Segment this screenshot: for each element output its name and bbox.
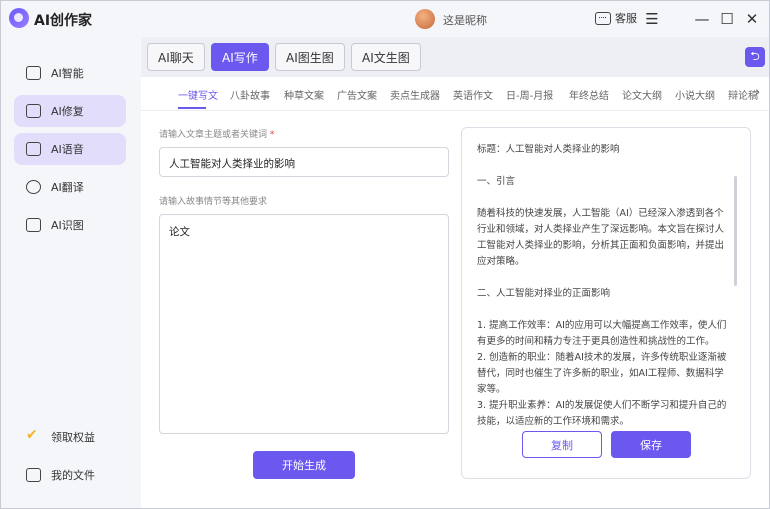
output-line: 随着科技的快速发展，人工智能（AI）已经深入渗透到各个行业和领域，对人类择业产生…: [477, 208, 725, 267]
chevron-right-icon[interactable]: ›: [755, 85, 760, 100]
topic-input[interactable]: 人工智能对人类择业的影响: [159, 147, 449, 177]
detail-textarea[interactable]: 论文: [159, 214, 449, 434]
detail-textarea-value: 论文: [169, 226, 190, 238]
sidebar-item-label: 领取权益: [51, 431, 95, 444]
tab-ai-writing[interactable]: AI写作: [211, 43, 269, 71]
app-logo-icon: [9, 8, 29, 28]
minimize-button[interactable]: —: [692, 9, 712, 29]
save-button[interactable]: 保存: [611, 431, 691, 458]
topic-input-value: 人工智能对人类择业的影响: [169, 158, 295, 170]
subtab-debate[interactable]: 辩论稿: [728, 87, 758, 102]
sidebar-item-claim-benefits[interactable]: 领取权益: [14, 421, 126, 453]
sidebar-item-label: AI智能: [51, 67, 84, 80]
menu-button[interactable]: ☰: [642, 9, 662, 29]
sidebar-item-label: AI语音: [51, 143, 84, 156]
copy-button[interactable]: 复制: [522, 431, 602, 458]
subtab-selling-point[interactable]: 卖点生成器: [390, 87, 440, 102]
sidebar-item-ai-repair[interactable]: AI修复: [14, 95, 126, 127]
sidebar-item-label: AI翻译: [51, 181, 84, 194]
active-subtab-indicator: [178, 107, 206, 109]
sidebar-item-label: AI修复: [51, 105, 84, 118]
topic-label-text: 请输入文章主题或者关键词: [159, 130, 268, 140]
output-line: 一、引言: [477, 176, 516, 187]
image-recognize-icon: [26, 218, 41, 232]
output-line: 3. 提升职业素养：AI的发展促使人们不断学习和提升自己的技能，以适应新的工作环…: [477, 400, 727, 427]
output-line: 二、人工智能对择业的正面影响: [477, 288, 611, 299]
topic-label: 请输入文章主题或者关键词 *: [159, 127, 274, 140]
app-window: AI创作家 这是昵称 客服 ☰ — ☐ ✕ AI智能 AI修复 AI语音 AI翻…: [0, 0, 770, 509]
maximize-button[interactable]: ☐: [717, 9, 737, 29]
sub-tab-bar: 一键写文 八卦故事 种草文案 广告文案 卖点生成器 英语作文 日-周-月报 年终…: [141, 77, 769, 111]
output-line: 1. 提高工作效率：AI的应用可以大幅提高工作效率，使人们有更多的时间和精力专注…: [477, 320, 727, 347]
subtab-seeding-copy[interactable]: 种草文案: [284, 87, 324, 102]
app-title: AI创作家: [34, 13, 93, 29]
subtab-one-click-write[interactable]: 一键写文: [178, 87, 218, 102]
service-label: 客服: [615, 12, 637, 25]
top-tab-bar: AI聊天 AI写作 AI图生图 AI文生图 ⮌: [141, 37, 769, 77]
required-mark: *: [269, 130, 275, 140]
file-icon: [26, 468, 41, 482]
voice-icon: [26, 142, 41, 156]
generate-button[interactable]: 开始生成: [253, 451, 355, 479]
output-line: 2. 创造新的职业：随着AI技术的发展，许多传统职业逐渐被替代，同时也催生了许多…: [477, 352, 727, 395]
output-text[interactable]: 标题：人工智能对人类择业的影响 一、引言 随着科技的快速发展，人工智能（AI）已…: [477, 142, 731, 430]
output-scrollbar[interactable]: [734, 176, 737, 286]
tab-ai-chat[interactable]: AI聊天: [147, 43, 205, 71]
sidebar: AI智能 AI修复 AI语音 AI翻译 AI识图 领取权益 我的文件: [1, 37, 141, 508]
close-button[interactable]: ✕: [742, 9, 762, 29]
sidebar-item-ai-recognize[interactable]: AI识图: [14, 209, 126, 241]
image-edit-icon: [26, 104, 41, 118]
output-line: 标题：人工智能对人类择业的影响: [477, 144, 620, 155]
sidebar-item-my-files[interactable]: 我的文件: [14, 459, 126, 491]
gift-icon: [26, 427, 41, 444]
tab-ai-text-to-image[interactable]: AI文生图: [351, 43, 421, 71]
tab-ai-image-to-image[interactable]: AI图生图: [275, 43, 345, 71]
sidebar-item-ai-translate[interactable]: AI翻译: [14, 171, 126, 203]
user-nickname[interactable]: 这是昵称: [443, 12, 487, 28]
subtab-novel-outline[interactable]: 小说大纲: [675, 87, 715, 102]
subtab-ad-copy[interactable]: 广告文案: [337, 87, 377, 102]
title-bar: AI创作家 这是昵称 客服 ☰ — ☐ ✕: [1, 1, 769, 37]
user-avatar[interactable]: [415, 9, 435, 29]
back-icon[interactable]: ⮌: [745, 47, 765, 67]
sidebar-item-ai-chat[interactable]: AI智能: [14, 57, 126, 89]
sidebar-item-ai-voice[interactable]: AI语音: [14, 133, 126, 165]
subtab-year-summary[interactable]: 年终总结: [569, 87, 609, 102]
subtab-gossip-story[interactable]: 八卦故事: [230, 87, 270, 102]
main-content: AI聊天 AI写作 AI图生图 AI文生图 ⮌ 一键写文 八卦故事 种草文案 广…: [141, 37, 769, 508]
subtab-thesis-outline[interactable]: 论文大纲: [622, 87, 662, 102]
sidebar-item-label: AI识图: [51, 219, 84, 232]
output-panel: 标题：人工智能对人类择业的影响 一、引言 随着科技的快速发展，人工智能（AI）已…: [461, 127, 751, 479]
translate-icon: [26, 180, 41, 194]
customer-service-button[interactable]: 客服: [595, 10, 637, 26]
service-chat-icon: [595, 11, 611, 25]
subtab-reports[interactable]: 日-周-月报: [506, 87, 553, 102]
sidebar-item-label: 我的文件: [51, 469, 95, 482]
chat-icon: [26, 66, 41, 80]
detail-label: 请输入故事情节等其他要求: [159, 197, 268, 207]
subtab-english-essay[interactable]: 英语作文: [453, 87, 493, 102]
